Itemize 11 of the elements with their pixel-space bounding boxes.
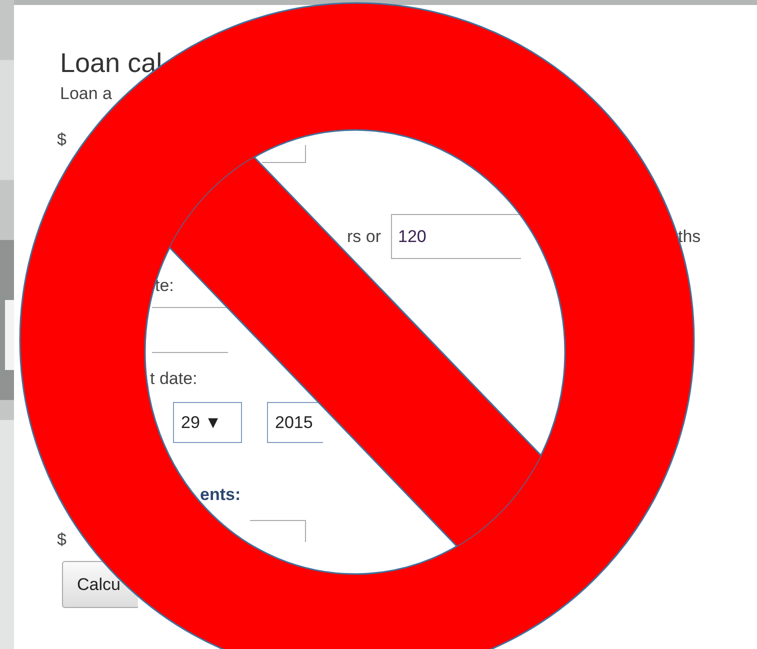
field-label: te: — [155, 275, 174, 297]
field-label: t date: — [150, 368, 198, 390]
currency-symbol: $ — [57, 130, 66, 150]
field-label: rs or — [347, 226, 381, 246]
day-select[interactable]: 29 ▼ — [173, 402, 242, 443]
months-input[interactable]: 120 — [391, 214, 521, 259]
field-label: Loan a — [60, 83, 112, 105]
field-label: ths — [678, 226, 701, 246]
currency-symbol: $ — [57, 530, 66, 550]
field-label: ents: — [200, 484, 241, 506]
year-select[interactable]: 2015 — [267, 402, 323, 443]
